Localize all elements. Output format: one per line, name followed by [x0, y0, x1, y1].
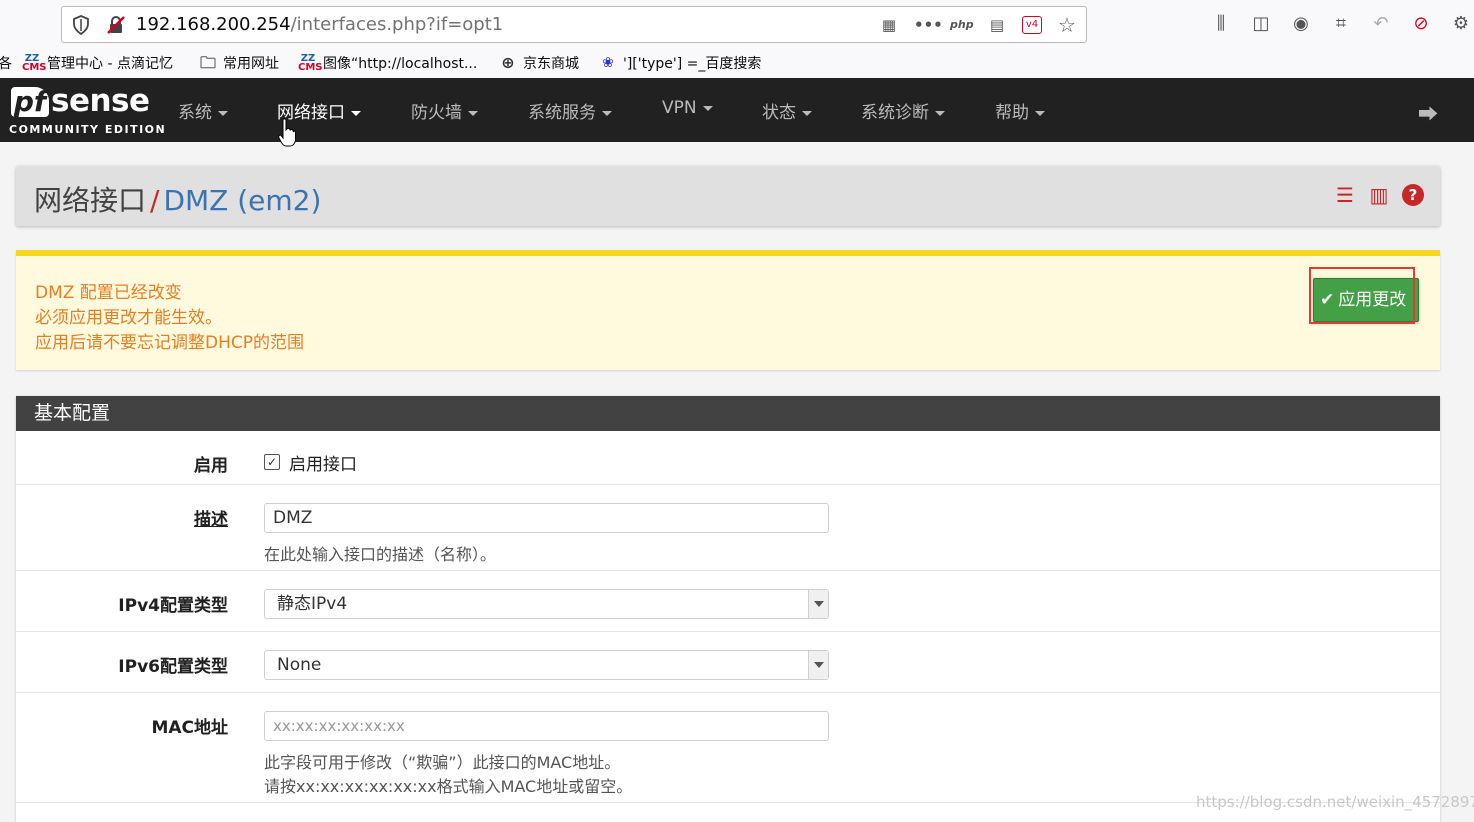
form-row-description: 描述 DMZ 在此处输入接口的描述（名称）。: [16, 485, 1440, 571]
nav-status[interactable]: 状态: [762, 98, 812, 123]
caret-down-icon: [351, 110, 361, 116]
form-row-ipv6-type: IPv6配置类型 None: [16, 632, 1440, 693]
caret-down-icon: [702, 105, 713, 111]
description-hint: 在此处输入接口的描述（名称）。: [264, 545, 497, 564]
settings-gear-icon[interactable]: ⚙: [1450, 12, 1472, 36]
breadcrumb-root: 网络接口: [34, 184, 147, 217]
nav-system[interactable]: 系统: [178, 98, 228, 123]
ipv4-extension-icon[interactable]: v4: [1022, 16, 1042, 34]
insecure-lock-icon[interactable]: [106, 15, 126, 35]
bookmark-item[interactable]: ❀ ']['type'] =_百度搜索: [598, 53, 761, 73]
globe-icon: ⊕: [501, 53, 515, 72]
caret-down-icon: [802, 110, 812, 116]
watermark: https://blog.csdn.net/weixin_45728976: [1196, 793, 1474, 811]
help-icon[interactable]: ?: [1402, 184, 1424, 206]
caret-down-icon: [1035, 110, 1045, 116]
changes-alert: DMZ 配置已经改变 必须应用更改才能生效。 应用后请不要忘记调整DHCP的范围…: [16, 250, 1440, 370]
more-actions-icon[interactable]: •••: [914, 14, 943, 36]
folder-icon: 🗀: [199, 53, 216, 72]
sidebar-icon[interactable]: ◫: [1250, 12, 1272, 36]
mac-hint-1: 此字段可用于修改（“欺骗”）此接口的MAC地址。: [264, 753, 621, 772]
bookmark-item[interactable]: 各: [0, 53, 12, 73]
caret-down-icon: [602, 110, 612, 116]
blocked-extension-icon[interactable]: ⊘: [1410, 12, 1432, 36]
chevron-down-icon: [808, 590, 828, 618]
enable-checkbox[interactable]: ✓: [264, 454, 280, 470]
caret-down-icon: [468, 110, 478, 116]
panel-title: 基本配置: [16, 396, 1440, 431]
bookmark-item[interactable]: ⊕ 京东商城: [498, 53, 579, 73]
breadcrumb-current[interactable]: DMZ (em2): [163, 184, 321, 217]
enable-checkbox-label[interactable]: 启用接口: [289, 450, 357, 475]
chevron-down-icon: [808, 651, 828, 679]
alert-line: 应用后请不要忘记调整DHCP的范围: [35, 333, 304, 353]
breadcrumb: 网络接口 / DMZ (em2): [34, 184, 322, 217]
bookmark-folder[interactable]: 🗀 常用网址: [198, 53, 279, 73]
server-extension-icon[interactable]: ▤: [986, 14, 1008, 36]
undo-icon[interactable]: ↶: [1370, 12, 1392, 36]
qr-code-icon[interactable]: ▦: [878, 14, 900, 36]
main-navbar: pf sense COMMUNITY EDITION 系统 网络接口 防火墙 系…: [0, 78, 1474, 142]
description-input[interactable]: DMZ: [264, 503, 829, 533]
crop-icon[interactable]: ⌗: [1330, 12, 1352, 36]
bar-chart-icon[interactable]: ▥: [1368, 184, 1390, 206]
logout-icon[interactable]: ⮕: [1418, 98, 1438, 127]
nav-vpn[interactable]: VPN: [662, 98, 713, 118]
nav-diagnostics[interactable]: 系统诊断: [861, 98, 945, 123]
bookmarks-toolbar: 各 ZZ CMS 管理中心 - 点滴记忆 🗀 常用网址 ZZ CMS 图像“http://…: [0, 48, 1474, 78]
breadcrumb-bar: 网络接口 / DMZ (em2) ☰ ▥ ?: [16, 166, 1440, 226]
ipv6-type-select[interactable]: None: [264, 650, 829, 680]
alert-line: DMZ 配置已经改变: [35, 283, 182, 303]
mouse-cursor-icon: [278, 118, 296, 147]
bookmark-item[interactable]: ZZ CMS 图像“http://localhost...: [298, 53, 477, 73]
enable-label: 启用: [194, 456, 228, 476]
address-bar[interactable]: 192.168.200.254/interfaces.php?if=opt1 ▦…: [61, 6, 1087, 43]
ipv6-type-label: IPv6配置类型: [118, 657, 228, 677]
bookmark-star-icon[interactable]: ☆: [1056, 14, 1078, 36]
bookmark-item[interactable]: ZZ CMS 管理中心 - 点滴记忆: [22, 53, 173, 73]
ipv4-type-select[interactable]: 静态IPv4: [264, 589, 829, 619]
mac-address-input[interactable]: xx:xx:xx:xx:xx:xx: [264, 711, 829, 741]
sliders-icon[interactable]: ☰: [1334, 184, 1356, 206]
zzcms-icon: ZZ CMS: [22, 53, 47, 73]
highlight-box: [1309, 267, 1415, 324]
php-extension-icon[interactable]: php: [950, 14, 974, 36]
caret-down-icon: [218, 110, 228, 116]
nav-services[interactable]: 系统服务: [528, 98, 612, 123]
url-text[interactable]: 192.168.200.254/interfaces.php?if=opt1: [136, 14, 503, 35]
nav-help[interactable]: 帮助: [995, 98, 1045, 123]
pfsense-logo[interactable]: pf sense COMMUNITY EDITION: [9, 83, 165, 136]
shield-icon[interactable]: [72, 15, 90, 35]
form-row-enable: 启用 ✓ 启用接口: [16, 431, 1440, 485]
ipv4-type-label: IPv4配置类型: [118, 596, 228, 616]
mac-hint-2: 请按xx:xx:xx:xx:xx:xx格式输入MAC地址或留空。: [264, 777, 633, 796]
library-icon[interactable]: ⫼: [1210, 12, 1232, 36]
basic-config-panel: 基本配置 启用 ✓ 启用接口 描述 DMZ 在此处输入接口的描述（名称）。 IP…: [16, 396, 1440, 822]
mac-label: MAC地址: [151, 718, 228, 738]
alert-line: 必须应用更改才能生效。: [35, 308, 222, 328]
zzcms-icon: ZZ CMS: [298, 53, 323, 73]
caret-down-icon: [935, 110, 945, 116]
baidu-paw-icon: ❀: [602, 55, 614, 71]
nav-firewall[interactable]: 防火墙: [411, 98, 478, 123]
browser-toolbar: 192.168.200.254/interfaces.php?if=opt1 ▦…: [0, 0, 1474, 48]
form-row-mac: MAC地址 xx:xx:xx:xx:xx:xx 此字段可用于修改（“欺骗”）此接…: [16, 693, 1440, 803]
description-label: 描述: [194, 510, 228, 530]
account-icon[interactable]: ◉: [1290, 12, 1312, 36]
form-row-ipv4-type: IPv4配置类型 静态IPv4: [16, 571, 1440, 632]
